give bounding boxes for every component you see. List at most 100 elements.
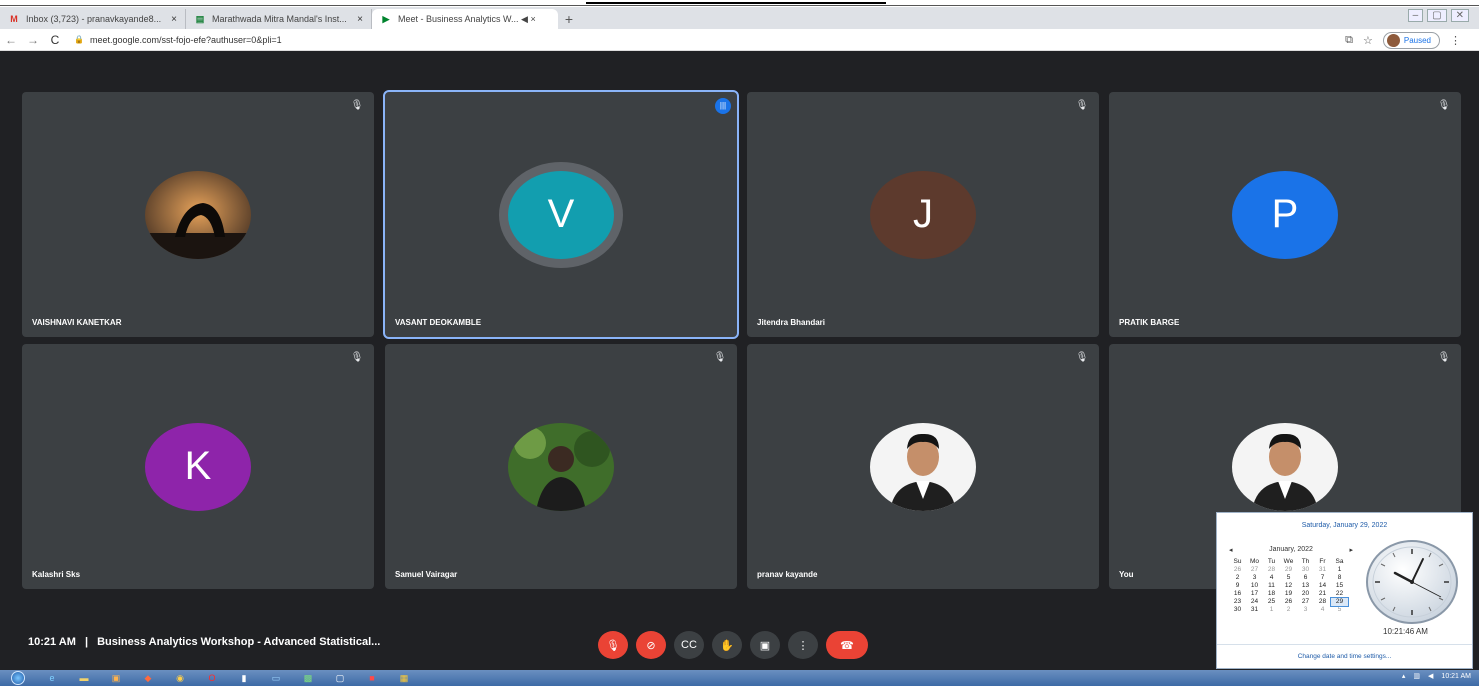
calendar-day[interactable]: 23 <box>1229 598 1246 606</box>
calendar-date-header[interactable]: Saturday, January 29, 2022 <box>1217 522 1472 529</box>
notes-icon[interactable]: ▮ <box>228 670 260 686</box>
screen: M Inbox (3,723) - pranavkayande8... × ▤ Mara… <box>0 0 1479 686</box>
browser-tab[interactable]: ▶ Meet - Business Analytics W... ◀ × <box>372 9 558 29</box>
calendar-day[interactable]: 10 <box>1246 582 1263 590</box>
participant-tile[interactable]: 🎙 pranav kayande <box>747 344 1099 589</box>
calendar-day[interactable]: 22 <box>1331 590 1348 598</box>
calendar-day[interactable]: 5 <box>1331 606 1348 614</box>
network-icon[interactable]: ▥ <box>1413 672 1420 680</box>
calendar-day[interactable]: 28 <box>1263 566 1280 574</box>
end-call-button[interactable]: ☎ <box>826 631 868 659</box>
minimize-icon[interactable]: – <box>1407 9 1424 22</box>
url-field[interactable]: 🔒 meet.google.com/sst-fojo-efe?authuser=… <box>74 35 282 45</box>
change-date-time-link[interactable]: Change date and time settings... <box>1217 644 1472 660</box>
maximize-icon[interactable]: ▢ <box>1427 9 1447 22</box>
participant-tile[interactable]: J 🎙 Jitendra Bhandari <box>747 92 1099 337</box>
calendar-day[interactable]: 31 <box>1314 566 1331 574</box>
close-window-icon[interactable]: ✕ <box>1450 9 1469 22</box>
calendar-day[interactable]: 29 <box>1330 597 1349 607</box>
system-tray: ▴ ▥ ◀ 10:21 AM <box>1402 672 1471 681</box>
prev-month-icon[interactable]: ◂ <box>1229 546 1233 554</box>
calendar-day[interactable]: 4 <box>1263 574 1280 582</box>
participant-tile[interactable]: V ||| VASANT DEOKAMBLE <box>383 90 739 339</box>
participant-tile[interactable]: 🎙 VAISHNAVI KANETKAR <box>22 92 374 337</box>
camera-off-button[interactable]: ⊘ <box>636 631 666 659</box>
window-icon[interactable]: ▭ <box>260 670 292 686</box>
close-tab-icon[interactable]: × <box>171 14 177 25</box>
calendar-day[interactable]: 7 <box>1314 574 1331 582</box>
reload-icon[interactable]: C <box>44 33 66 47</box>
calendar-day[interactable]: 27 <box>1297 598 1314 606</box>
calendar-day[interactable]: 26 <box>1229 566 1246 574</box>
volume-icon[interactable]: ◀ <box>1428 672 1433 680</box>
calendar-day[interactable]: 11 <box>1263 582 1280 590</box>
calendar-day[interactable]: 19 <box>1280 590 1297 598</box>
calendar-day[interactable]: 28 <box>1314 598 1331 606</box>
ie-icon[interactable]: e <box>36 670 68 686</box>
participant-tile[interactable]: 🎙 Samuel Vairagar <box>385 344 737 589</box>
weekday-header: Su <box>1233 558 1242 565</box>
calendar-day[interactable]: 21 <box>1314 590 1331 598</box>
calendar-day[interactable]: 12 <box>1280 582 1297 590</box>
calendar-day[interactable]: 24 <box>1246 598 1263 606</box>
calendar-day[interactable]: 15 <box>1331 582 1348 590</box>
calendar-day[interactable]: 29 <box>1280 566 1297 574</box>
close-tab-icon[interactable]: × <box>357 14 363 25</box>
calendar-day[interactable]: 14 <box>1314 582 1331 590</box>
present-button[interactable]: ▣ <box>750 631 780 659</box>
next-month-icon[interactable]: ▸ <box>1349 546 1353 554</box>
bookmark-star-icon[interactable]: ☆ <box>1363 34 1373 47</box>
calendar-day[interactable]: 30 <box>1297 566 1314 574</box>
calendar-month[interactable]: January, 2022 <box>1269 546 1313 554</box>
avatar <box>1386 34 1400 47</box>
participant-tile[interactable]: K 🎙 Kalashri Sks <box>22 344 374 589</box>
profile-button[interactable]: Paused <box>1382 32 1440 49</box>
tray-clock[interactable]: 10:21 AM <box>1441 673 1471 680</box>
calendar-day[interactable]: 6 <box>1297 574 1314 582</box>
folder-icon[interactable]: ▬ <box>68 670 100 686</box>
gmail-icon: M <box>10 14 18 24</box>
more-options-button[interactable]: ⋮ <box>788 631 818 659</box>
menu-kebab-icon[interactable]: ⋮ <box>1450 34 1461 47</box>
captions-button[interactable]: CC <box>674 631 704 659</box>
calendar-day[interactable]: 27 <box>1246 566 1263 574</box>
raise-hand-button[interactable]: ✋ <box>712 631 742 659</box>
chart-app-icon[interactable]: ▩ <box>292 670 324 686</box>
calendar-day[interactable]: 13 <box>1297 582 1314 590</box>
participant-tile[interactable]: P 🎙 PRATIK BARGE <box>1109 92 1461 337</box>
calendar-day[interactable]: 16 <box>1229 590 1246 598</box>
camera-app-icon[interactable]: ■ <box>356 670 388 686</box>
new-tab-button[interactable]: + <box>558 9 580 29</box>
opera-icon[interactable]: O <box>196 670 228 686</box>
calendar-day[interactable]: 9 <box>1229 582 1246 590</box>
calendar-day[interactable]: 3 <box>1297 606 1314 614</box>
paint-icon[interactable]: ◆ <box>132 670 164 686</box>
calendar-day[interactable]: 25 <box>1263 598 1280 606</box>
calendar-day[interactable]: 3 <box>1246 574 1263 582</box>
calendar-day[interactable]: 20 <box>1297 590 1314 598</box>
calendar-day[interactable]: 5 <box>1280 574 1297 582</box>
start-button[interactable] <box>0 670 36 686</box>
calendar-day[interactable]: 8 <box>1331 574 1348 582</box>
back-icon[interactable]: ← <box>0 33 22 47</box>
calendar-day[interactable]: 2 <box>1280 606 1297 614</box>
forward-icon[interactable]: → <box>22 33 44 47</box>
calendar-day[interactable]: 2 <box>1229 574 1246 582</box>
team-app-icon[interactable]: ▦ <box>388 670 420 686</box>
tray-arrow-icon[interactable]: ▴ <box>1402 672 1406 680</box>
calendar-day[interactable]: 31 <box>1246 606 1263 614</box>
calendar-day[interactable]: 1 <box>1331 566 1348 574</box>
browser-tab[interactable]: M Inbox (3,723) - pranavkayande8... × <box>0 9 186 29</box>
calendar-day[interactable]: 1 <box>1263 606 1280 614</box>
monitor-icon[interactable]: ▢ <box>324 670 356 686</box>
calendar-day[interactable]: 18 <box>1263 590 1280 598</box>
calendar-day[interactable]: 26 <box>1280 598 1297 606</box>
calendar-day[interactable]: 30 <box>1229 606 1246 614</box>
calendar-day[interactable]: 17 <box>1246 590 1263 598</box>
chrome-icon[interactable]: ◉ <box>164 670 196 686</box>
media-icon[interactable]: ▣ <box>100 670 132 686</box>
mic-off-button[interactable]: 🎙 <box>598 631 628 659</box>
camera-permission-icon[interactable]: ⧉ <box>1345 34 1353 47</box>
browser-tab[interactable]: ▤ Marathwada Mitra Mandal's Inst... × <box>186 9 372 29</box>
calendar-day[interactable]: 4 <box>1314 606 1331 614</box>
